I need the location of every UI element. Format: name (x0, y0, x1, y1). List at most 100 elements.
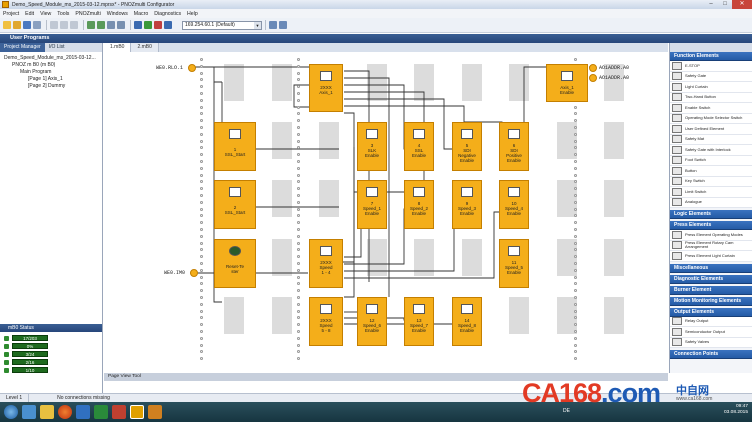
section-diagnostic-elements[interactable]: Diagnostic Elements (670, 274, 752, 284)
connection-pin[interactable] (297, 200, 300, 204)
library-item[interactable]: Button (670, 166, 752, 177)
connection-pin[interactable] (574, 194, 577, 197)
tab-page-1[interactable]: 1.mB0 (104, 43, 132, 52)
system-clock[interactable]: 09:47 03.08.2015 (724, 404, 748, 416)
connection-pin[interactable] (574, 173, 577, 177)
library-item[interactable]: Press Element Operating Modes (670, 230, 752, 241)
connection-pin[interactable] (200, 200, 203, 204)
start-button-icon[interactable] (4, 405, 18, 419)
connection-pin[interactable] (574, 309, 577, 313)
pnoz-tool-icon[interactable] (148, 405, 162, 419)
diagnostics-icon[interactable] (164, 21, 172, 29)
connection-pin[interactable] (297, 234, 300, 238)
speed-8-enable-block[interactable]: 14 Speed_8 Enable (452, 297, 482, 346)
axis-enable-block[interactable]: Axis_1 Enable (546, 64, 588, 102)
sdi-positive-block[interactable]: 6 SDI Positive Enable (499, 122, 529, 171)
library-item[interactable]: Analogue (670, 197, 752, 208)
library-item[interactable]: Semiconductor Output (670, 327, 752, 338)
menu-diagnostics[interactable]: Diagnostics (151, 11, 184, 17)
menu-windows[interactable]: Windows (104, 11, 131, 17)
speed-5-8-block[interactable]: 2XXX Speed 5 - 8 (309, 297, 343, 346)
connection-pin[interactable] (297, 64, 300, 68)
input-port[interactable] (188, 64, 196, 72)
cut-icon[interactable] (50, 21, 58, 29)
connection-pin[interactable] (297, 262, 300, 265)
connection-pin[interactable] (200, 343, 203, 347)
connection-pin[interactable] (297, 228, 300, 231)
monitor-icon[interactable] (279, 21, 287, 29)
menu-macro[interactable]: Macro (131, 11, 151, 17)
connection-pin[interactable] (574, 241, 577, 245)
connection-pin[interactable] (297, 194, 300, 197)
connection-pin[interactable] (574, 275, 577, 279)
connect-icon[interactable] (134, 21, 142, 29)
connection-pin[interactable] (297, 275, 300, 279)
connection-pin[interactable] (297, 126, 300, 129)
close-button[interactable]: ✕ (732, 0, 752, 9)
section-burner-element[interactable]: Burner Element (670, 285, 752, 295)
tree-node-page-1[interactable]: [Page 1] Axis_1 (2, 76, 100, 83)
open-folder-icon[interactable] (13, 21, 21, 29)
word-icon[interactable] (76, 405, 90, 419)
sdi-negative-block[interactable]: 5 SDI Negative Enable (452, 122, 482, 171)
connection-pin[interactable] (297, 309, 300, 313)
connection-pin[interactable] (297, 132, 300, 136)
connection-pin[interactable] (297, 330, 300, 333)
connection-pin[interactable] (297, 207, 300, 211)
connection-pin[interactable] (297, 139, 300, 143)
connection-pin[interactable] (297, 296, 300, 299)
connection-pin[interactable] (200, 330, 203, 333)
speed-3-enable-block[interactable]: 9 Speed_3 Enable (452, 180, 482, 229)
zoom-in-icon[interactable] (107, 21, 115, 29)
connection-pin[interactable] (574, 234, 577, 238)
speed-4-enable-block[interactable]: 10 Speed_4 Enable (499, 180, 529, 229)
download-icon[interactable] (144, 21, 152, 29)
redo-icon[interactable] (97, 21, 105, 29)
connection-pin[interactable] (200, 105, 203, 109)
connection-pin[interactable] (297, 105, 300, 109)
speed-1-4-block[interactable]: 2XXX Speed 1 - 4 (309, 239, 343, 288)
connection-pin[interactable] (574, 105, 577, 109)
paste-icon[interactable] (70, 21, 78, 29)
new-file-icon[interactable] (3, 21, 11, 29)
tab-page-2[interactable]: 2.mB0 (131, 43, 159, 52)
connection-pin[interactable] (574, 200, 577, 204)
folder-icon[interactable] (40, 405, 54, 419)
chevron-down-icon[interactable]: ▼ (254, 21, 261, 29)
tree-node-device[interactable]: PNOZ m B0 (m B0) (2, 62, 100, 69)
connection-pin[interactable] (200, 98, 203, 102)
ssl-enable-block[interactable]: 4 SSL Enable (404, 122, 434, 171)
connection-pin[interactable] (200, 126, 203, 129)
menu-tools[interactable]: Tools (54, 11, 72, 17)
connection-pin[interactable] (574, 126, 577, 129)
connection-pin[interactable] (200, 194, 203, 197)
print-icon[interactable] (33, 21, 41, 29)
connection-pin[interactable] (574, 343, 577, 347)
library-item[interactable]: E-STOP (670, 61, 752, 72)
speed-6-enable-block[interactable]: 12 Speed_6 Enable (357, 297, 387, 346)
input-port[interactable] (190, 269, 198, 277)
menu-pnozmulti[interactable]: PNOZmulti (72, 11, 103, 17)
save-icon[interactable] (23, 21, 31, 29)
library-item[interactable]: Two-Hand Button (670, 92, 752, 103)
library-item[interactable]: Safety Valves (670, 337, 752, 348)
connection-pin[interactable] (200, 92, 203, 95)
connection-pin[interactable] (200, 234, 203, 238)
connection-pin[interactable] (200, 268, 203, 272)
connection-pin[interactable] (200, 160, 203, 163)
address-select[interactable]: 169.254.60.1 (Default) ▼ (182, 20, 262, 30)
connection-pin[interactable] (200, 139, 203, 143)
tree-node-page-2[interactable]: [Page 2] Dummy (2, 83, 100, 90)
connection-pin[interactable] (574, 336, 577, 340)
connection-pin[interactable] (297, 336, 300, 340)
explorer-icon[interactable] (22, 405, 36, 419)
reset-tester-block[interactable]: Reset-Te ster (214, 239, 256, 288)
connection-pin[interactable] (200, 71, 203, 75)
axis-block[interactable]: 2XXX Axis_1 (309, 64, 343, 112)
tab-project-manager[interactable]: Project Manager (0, 43, 45, 52)
section-function-elements[interactable]: Function Elements (670, 52, 752, 61)
connection-pin[interactable] (297, 71, 300, 75)
tree-node-main-program[interactable]: Main Program (2, 69, 100, 76)
section-logic-elements[interactable]: Logic Elements (670, 210, 752, 219)
connection-pin[interactable] (200, 207, 203, 211)
